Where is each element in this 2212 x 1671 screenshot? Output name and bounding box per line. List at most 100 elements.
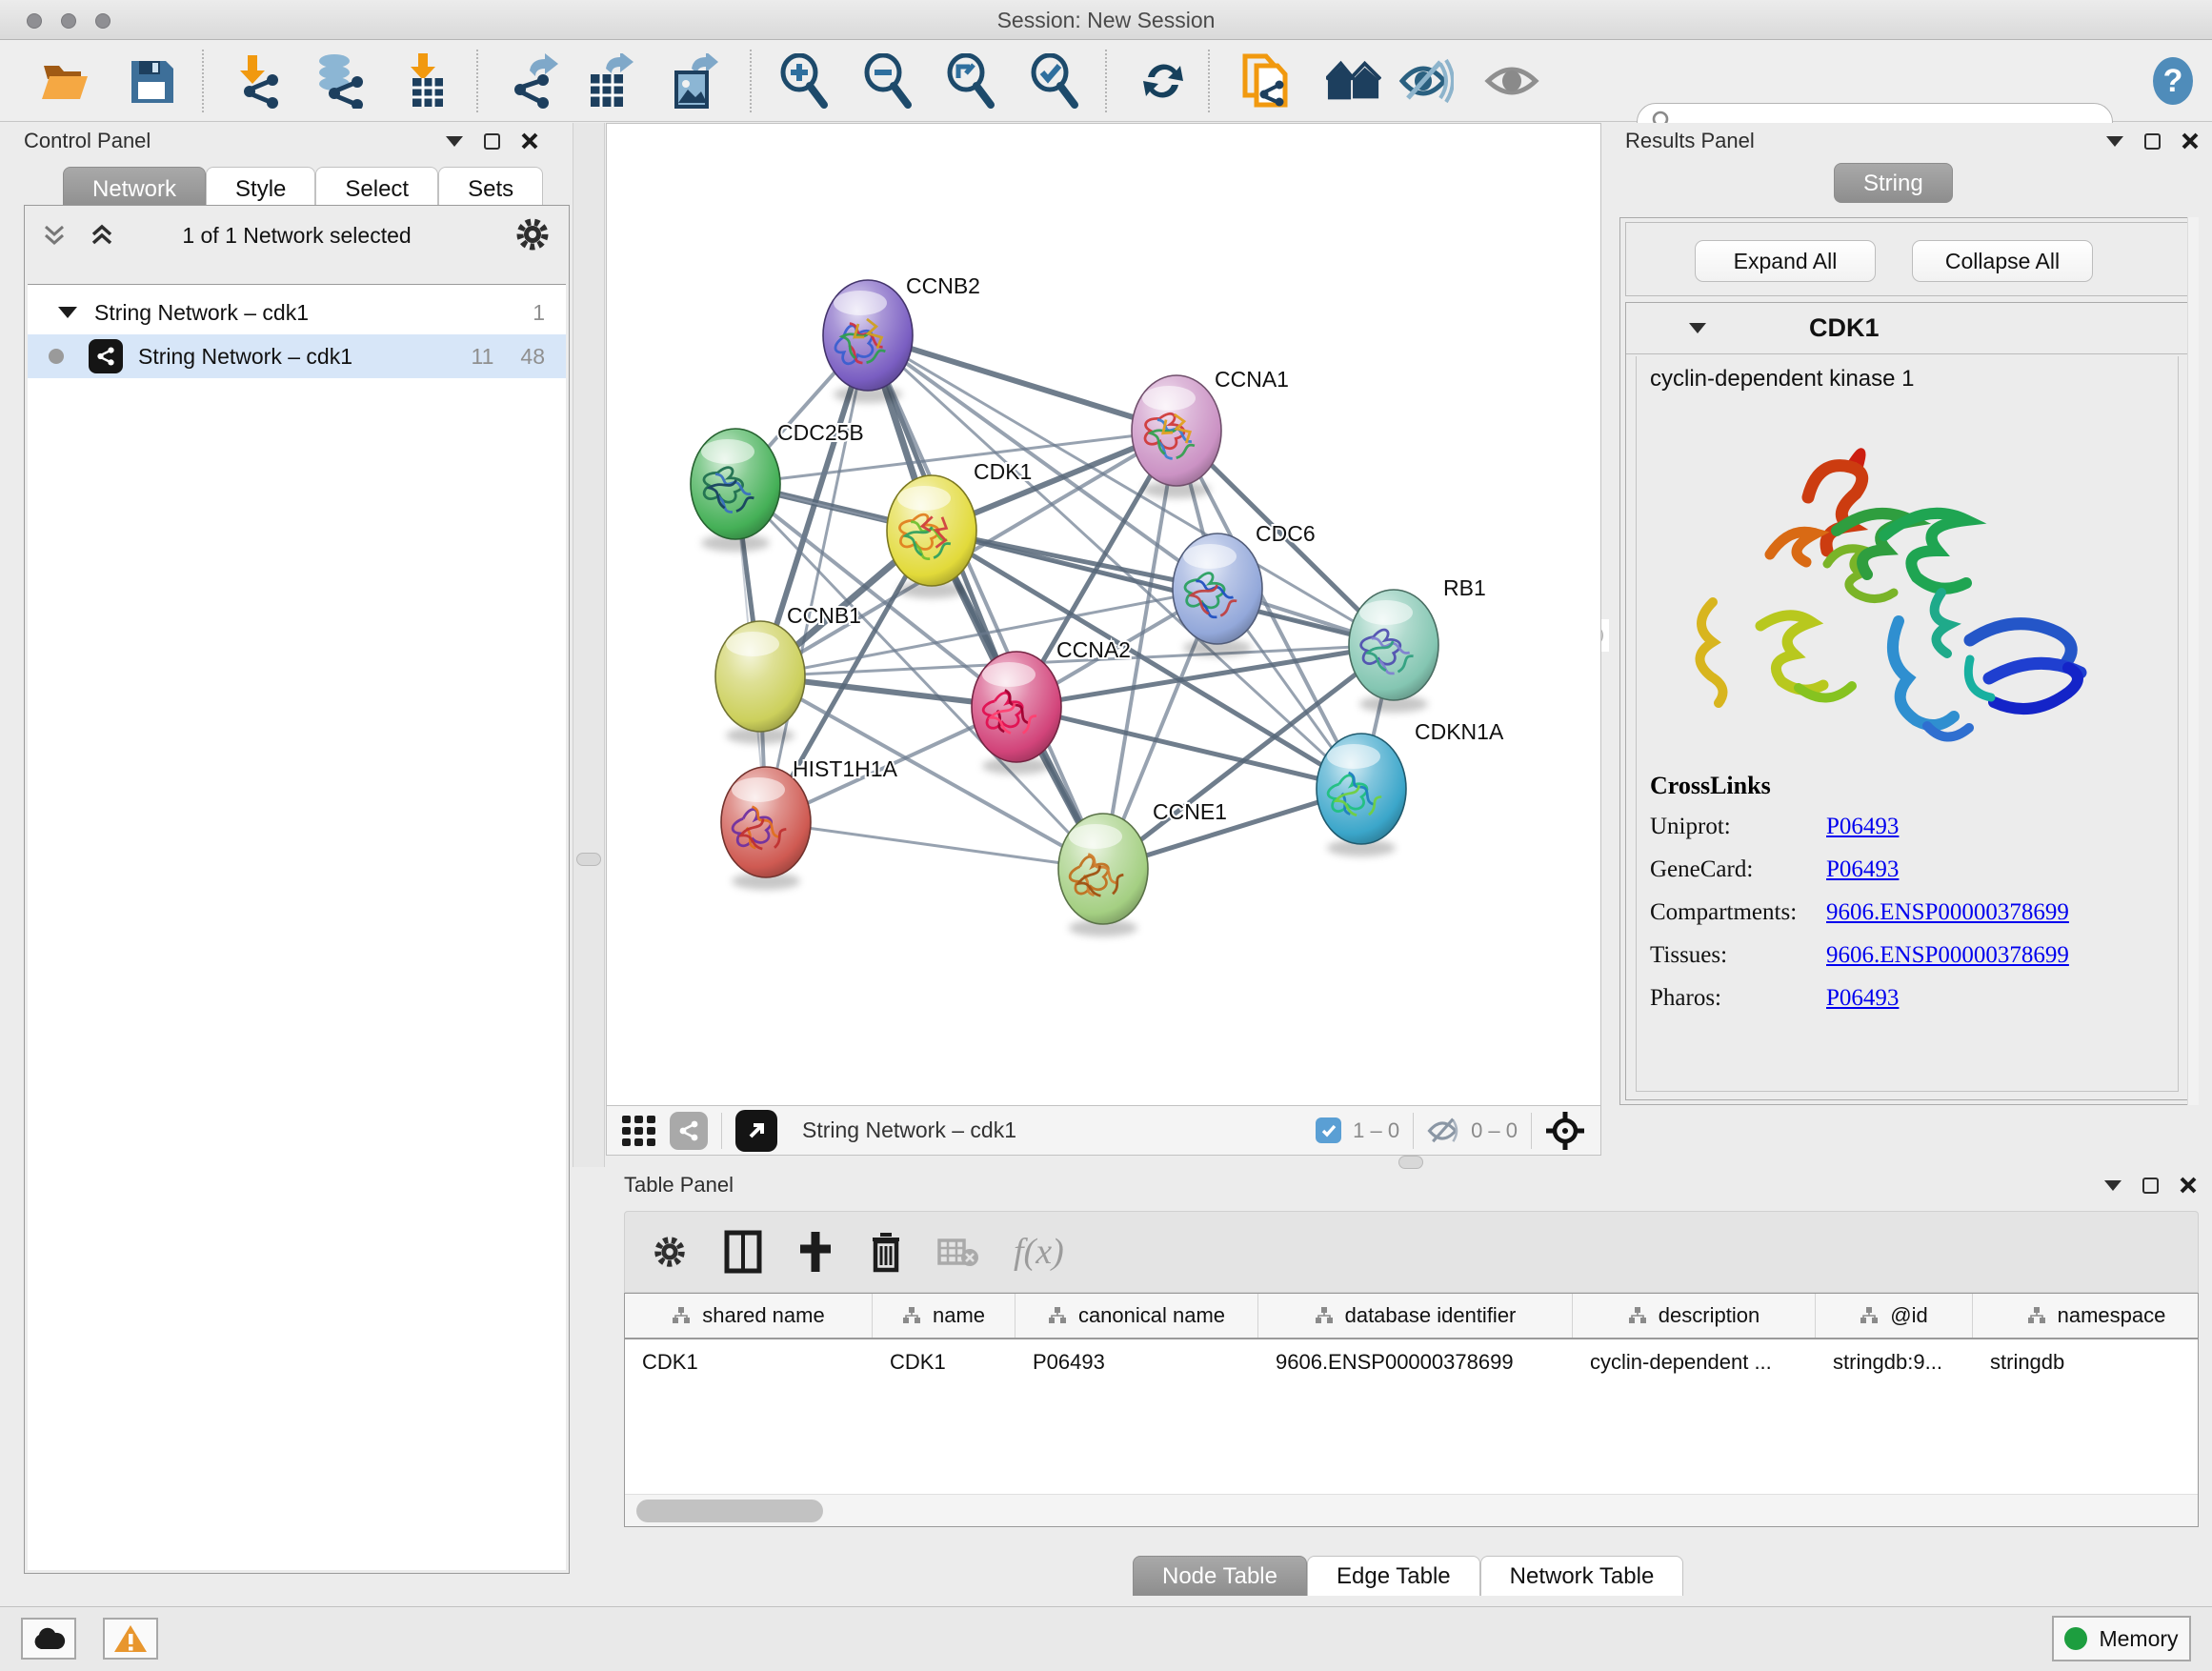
- close-panel-icon[interactable]: [2182, 132, 2199, 150]
- node-label-CCNA2: CCNA2: [1056, 637, 1131, 662]
- duplicate-network-icon[interactable]: [1238, 53, 1294, 109]
- import-network-file-icon[interactable]: [232, 53, 288, 109]
- column-type-icon: [2027, 1306, 2046, 1325]
- node-label-CDK1: CDK1: [974, 459, 1032, 484]
- node-HIST1H1A[interactable]: HIST1H1A: [721, 756, 898, 890]
- column-header-description[interactable]: description: [1573, 1294, 1816, 1338]
- zoom-out-icon[interactable]: [861, 53, 916, 109]
- column-header-namespace[interactable]: namespace: [1973, 1294, 2199, 1338]
- float-panel-icon[interactable]: [484, 133, 500, 150]
- table-panel: Table Panel f(x) shared namenamecanonica…: [606, 1169, 2212, 1605]
- collection-expander-icon[interactable]: [58, 307, 77, 318]
- table-cell[interactable]: stringdb: [1973, 1341, 2199, 1383]
- table-cell[interactable]: CDK1: [625, 1341, 873, 1383]
- node-CDC25B[interactable]: CDC25B: [691, 420, 864, 552]
- table-options-gear-icon[interactable]: [650, 1232, 690, 1272]
- edge-HIST1H1A-CCNE1[interactable]: [766, 822, 1103, 869]
- delete-column-trash-icon[interactable]: [869, 1230, 903, 1274]
- birdseye-view-icon[interactable]: [735, 1110, 777, 1152]
- save-session-icon[interactable]: [124, 53, 179, 109]
- node-label-CCNB2: CCNB2: [906, 273, 980, 298]
- left-splitter[interactable]: [573, 123, 605, 1167]
- crosslink-link[interactable]: 9606.ENSP00000378699: [1826, 899, 2069, 926]
- column-header-canonical-name[interactable]: canonical name: [1016, 1294, 1258, 1338]
- cloud-status-button[interactable]: [21, 1618, 76, 1660]
- export-image-icon[interactable]: [667, 53, 722, 109]
- table-cell[interactable]: 9606.ENSP00000378699: [1258, 1341, 1573, 1383]
- tab-node-table[interactable]: Node Table: [1133, 1556, 1307, 1596]
- column-header-database-identifier[interactable]: database identifier: [1258, 1294, 1573, 1338]
- table-cell[interactable]: cyclin-dependent ...: [1573, 1341, 1816, 1383]
- left-splitter-handle[interactable]: [576, 853, 601, 866]
- refresh-icon[interactable]: [1136, 53, 1191, 109]
- export-network-icon[interactable]: [507, 53, 562, 109]
- zoom-in-icon[interactable]: [777, 53, 833, 109]
- crosslink-link[interactable]: 9606.ENSP00000378699: [1826, 942, 2069, 969]
- column-type-icon: [1048, 1306, 1067, 1325]
- column-header-@id[interactable]: @id: [1816, 1294, 1973, 1338]
- tab-string[interactable]: String: [1834, 163, 1953, 203]
- crosslink-link[interactable]: P06493: [1826, 985, 1899, 1012]
- table-cell[interactable]: CDK1: [873, 1341, 1016, 1383]
- network-row-selected[interactable]: String Network – cdk1 11 48: [28, 334, 566, 378]
- hide-selected-icon[interactable]: [1398, 53, 1454, 109]
- network-node-count: 11: [472, 344, 494, 370]
- network-canvas[interactable]: CCNB2CCNA1CDC25BCDK1CDC6RB1CCNB1CCNA2CDK…: [606, 123, 1601, 1106]
- close-panel-icon[interactable]: [2180, 1177, 2197, 1194]
- table-cell[interactable]: stringdb:9...: [1816, 1341, 1973, 1383]
- show-all-networks-icon[interactable]: [1326, 53, 1381, 109]
- column-header-name[interactable]: name: [873, 1294, 1016, 1338]
- table-hscrollbar-thumb[interactable]: [636, 1500, 823, 1522]
- float-panel-icon[interactable]: [2142, 1178, 2159, 1194]
- crosslink-link[interactable]: P06493: [1826, 856, 1899, 883]
- selected-checkbox-icon[interactable]: [1316, 1117, 1341, 1143]
- collapse-all-button[interactable]: Collapse All: [1912, 240, 2093, 282]
- import-network-database-icon[interactable]: [312, 53, 368, 109]
- results-scrollbar[interactable]: [2187, 217, 2199, 1105]
- expand-all-button[interactable]: Expand All: [1695, 240, 1876, 282]
- horizontal-splitter-handle[interactable]: [1398, 1156, 1423, 1169]
- node-RB1[interactable]: RB1: [1349, 575, 1486, 713]
- network-options-gear-icon[interactable]: [512, 213, 553, 255]
- node-label-HIST1H1A: HIST1H1A: [793, 756, 898, 781]
- warning-status-button[interactable]: [103, 1618, 158, 1660]
- node-CCNE1[interactable]: CCNE1: [1058, 799, 1227, 936]
- result-entry-header[interactable]: CDK1: [1626, 303, 2192, 354]
- network-share-icon[interactable]: [670, 1112, 708, 1150]
- memory-button[interactable]: Memory: [2052, 1616, 2191, 1661]
- network-selected-status: 1 of 1 Network selected: [25, 223, 569, 249]
- export-table-icon[interactable]: [583, 53, 638, 109]
- entry-collapse-icon[interactable]: [1689, 323, 1706, 333]
- panel-menu-icon[interactable]: [2104, 1180, 2122, 1191]
- import-table-icon[interactable]: [400, 53, 455, 109]
- tab-edge-table[interactable]: Edge Table: [1307, 1556, 1480, 1596]
- column-header-shared-name[interactable]: shared name: [625, 1294, 873, 1338]
- zoom-selected-icon[interactable]: [1028, 53, 1083, 109]
- edge-CCNB2-CCNA1[interactable]: [868, 335, 1176, 431]
- open-session-icon[interactable]: [38, 53, 93, 109]
- tab-network-table[interactable]: Network Table: [1480, 1556, 1684, 1596]
- panel-menu-icon[interactable]: [446, 136, 463, 147]
- show-hidden-icon[interactable]: [1484, 53, 1539, 109]
- grid-view-icon[interactable]: [620, 1112, 658, 1150]
- fit-selected-crosshair-icon[interactable]: [1545, 1111, 1585, 1151]
- close-panel-icon[interactable]: [521, 132, 538, 150]
- float-panel-icon[interactable]: [2144, 133, 2161, 150]
- network-collection-row[interactable]: String Network – cdk1 1: [28, 291, 566, 334]
- crosslink-row: Uniprot:P06493: [1650, 814, 2069, 840]
- title-bar: Session: New Session: [0, 0, 2212, 40]
- zoom-fit-icon[interactable]: [944, 53, 999, 109]
- show-columns-icon[interactable]: [724, 1230, 762, 1274]
- node-CDC6[interactable]: CDC6: [1173, 521, 1316, 656]
- panel-menu-icon[interactable]: [2106, 136, 2123, 147]
- node-CCNB2[interactable]: CCNB2: [823, 273, 980, 403]
- edge-CCNB2-CCNE1[interactable]: [868, 335, 1103, 869]
- table-hscrollbar[interactable]: [625, 1494, 2198, 1526]
- create-column-plus-icon[interactable]: [796, 1230, 835, 1274]
- node-CCNA1[interactable]: CCNA1: [1132, 367, 1289, 498]
- crosslink-link[interactable]: P06493: [1826, 814, 1899, 840]
- node-label-RB1: RB1: [1443, 575, 1486, 600]
- help-icon[interactable]: ?: [2145, 53, 2201, 109]
- node-CDKN1A[interactable]: CDKN1A: [1317, 719, 1504, 856]
- table-cell[interactable]: P06493: [1016, 1341, 1258, 1383]
